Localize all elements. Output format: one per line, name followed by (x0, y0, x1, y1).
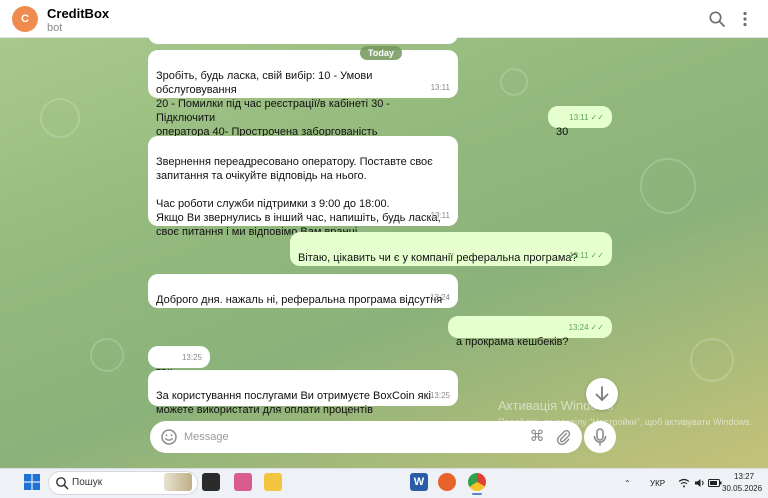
message-bubble[interactable]: За користування послугами Ви отримуєте B… (148, 370, 458, 416)
windows-start-icon[interactable] (24, 474, 40, 490)
message-input[interactable] (184, 427, 484, 447)
message-bubble[interactable]: 30 13:11 ✓✓ (548, 106, 612, 138)
search-icon[interactable] (708, 10, 726, 28)
clock-date[interactable]: 30.05.2026 (722, 484, 762, 493)
message-text: Звернення переадресовано оператору. Пост… (156, 156, 441, 238)
arrow-down-icon (595, 386, 609, 401)
message-bubble[interactable]: Вітаю, цікавить чи є у компанії рефераль… (290, 232, 612, 266)
emoji-icon[interactable] (160, 428, 178, 446)
chrome-icon[interactable] (468, 473, 486, 491)
read-ticks-icon: ✓✓ (590, 251, 604, 260)
command-icon[interactable]: ⌘ (528, 428, 546, 446)
message-time: 13:25 (429, 391, 450, 400)
taskbar-app-icon[interactable] (202, 473, 220, 491)
taskbar-search-placeholder: Пошук (72, 477, 103, 488)
tray-overflow-icon[interactable]: ⌃ (624, 479, 631, 488)
chat-subtitle: bot (47, 22, 63, 34)
background-doodle (90, 338, 124, 372)
search-icon (56, 477, 69, 490)
active-app-indicator (472, 493, 482, 495)
firefox-icon[interactable] (438, 473, 456, 491)
message-time: 13:24 ✓✓ (569, 321, 604, 335)
date-badge: Today (360, 46, 402, 60)
message-time: 13:25 (181, 353, 202, 362)
file-explorer-icon[interactable] (264, 473, 282, 491)
message-time: 13:11 (430, 83, 450, 92)
taskbar-app-icon[interactable] (234, 473, 252, 491)
message-bubble[interactable]: а прокрама кешбеків? 13:24 ✓✓ (448, 316, 612, 348)
more-vertical-icon[interactable] (738, 10, 752, 28)
read-ticks-icon: ✓✓ (590, 113, 604, 122)
message-time: 13:11 ✓✓ (569, 249, 604, 263)
message-bubble[interactable]: Звернення переадресовано оператору. Пост… (148, 136, 458, 238)
read-ticks-icon: ✓✓ (590, 323, 604, 332)
word-icon[interactable]: W (410, 473, 428, 491)
language-indicator[interactable]: УКР (650, 479, 665, 488)
message-text: Доброго дня. нажаль ні, реферальна прогр… (156, 294, 443, 306)
avatar[interactable]: C (12, 6, 38, 32)
background-doodle (690, 338, 734, 382)
background-doodle (40, 98, 80, 138)
message-text: Зробіть, будь ласка, свій вибір: 10 - Ум… (156, 70, 391, 138)
message-time-value: 13:24 (568, 323, 589, 332)
message-time: 13:11 ✓✓ (569, 111, 604, 125)
paperclip-icon[interactable] (554, 428, 572, 446)
clock-time[interactable]: 13:27 (734, 472, 754, 481)
message-bubble[interactable]: так . 13:25 (148, 346, 210, 378)
microphone-button[interactable] (584, 421, 616, 453)
background-doodle (500, 68, 528, 96)
microphone-icon (593, 428, 607, 446)
message-bubble[interactable]: Доброго дня. нажаль ні, реферальна прогр… (148, 274, 458, 308)
message-text: 30 (556, 126, 569, 138)
volume-icon[interactable] (694, 478, 706, 488)
background-doodle (640, 158, 696, 214)
message-bubble[interactable] (148, 24, 458, 44)
message-bubble[interactable]: Зробіть, будь ласка, свій вибір: 10 - Ум… (148, 50, 458, 138)
search-highlight-image[interactable] (164, 473, 192, 491)
message-time: 13:11 (430, 211, 450, 220)
scroll-down-button[interactable] (586, 378, 618, 410)
chat-title[interactable]: CreditBox (47, 6, 109, 21)
message-time-value: 13:11 (569, 251, 589, 260)
battery-icon[interactable] (708, 478, 722, 488)
message-time: 13:24 (429, 293, 450, 302)
wifi-icon[interactable] (678, 478, 690, 488)
message-time-value: 13:11 (569, 113, 589, 122)
message-text: Вітаю, цікавить чи є у компанії рефераль… (298, 252, 578, 264)
message-text: а прокрама кешбеків? (456, 336, 569, 348)
